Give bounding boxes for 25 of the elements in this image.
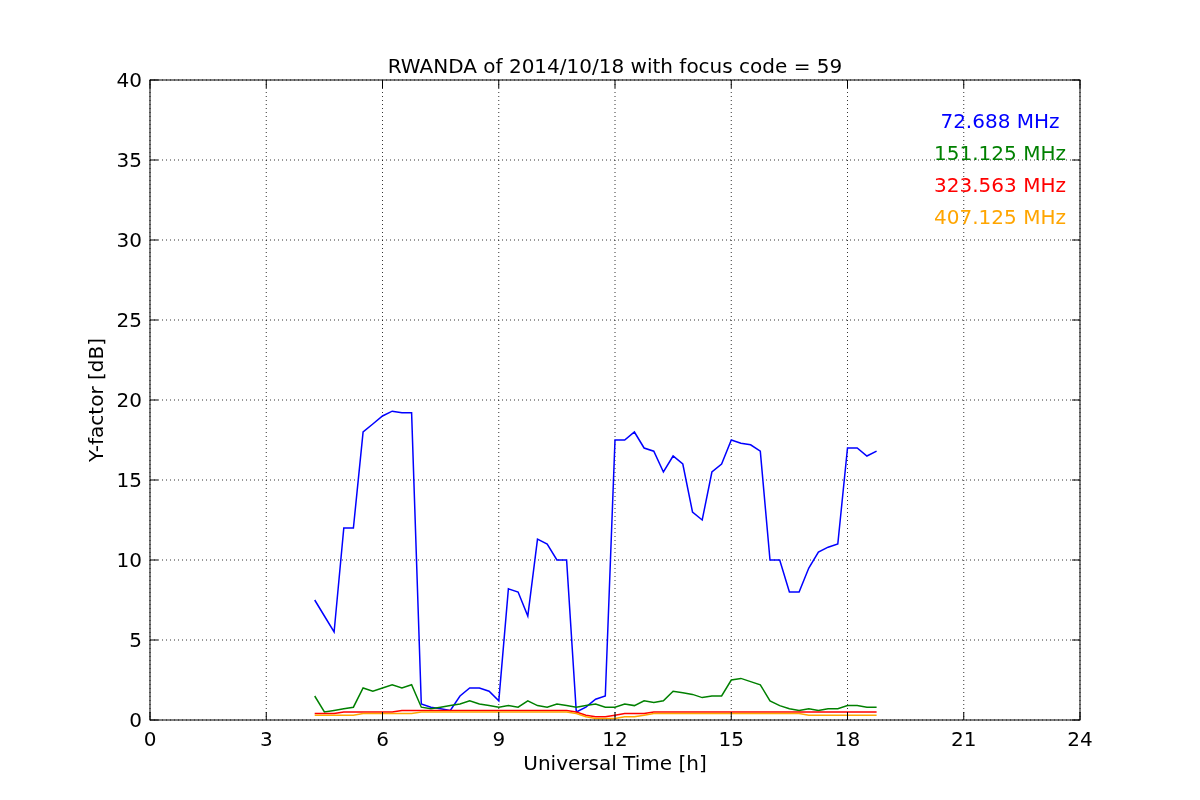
legend-label: 407.125 MHz	[934, 205, 1066, 229]
legend-label: 151.125 MHz	[934, 141, 1066, 165]
x-tick-label: 24	[1067, 727, 1093, 751]
x-tick-label: 0	[143, 727, 157, 751]
y-tick-label: 20	[116, 388, 142, 412]
y-tick-label: 25	[116, 308, 142, 332]
x-axis-label: Universal Time [h]	[523, 751, 707, 775]
x-tick-label: 21	[951, 727, 977, 751]
y-axis-label: Y-factor [dB]	[84, 338, 108, 462]
y-tick-label: 40	[116, 68, 142, 92]
y-tick-label: 35	[116, 148, 142, 172]
y-tick-label: 10	[116, 548, 142, 572]
y-tick-label: 0	[129, 708, 142, 732]
x-tick-label: 6	[376, 727, 389, 751]
y-tick-label: 15	[116, 468, 142, 492]
y-tick-label: 5	[129, 628, 142, 652]
legend-label: 72.688 MHz	[940, 109, 1060, 133]
chart-title: RWANDA of 2014/10/18 with focus code = 59	[387, 54, 843, 78]
legend-label: 323.563 MHz	[934, 173, 1066, 197]
x-tick-label: 12	[602, 727, 628, 751]
x-tick-label: 18	[834, 727, 861, 751]
y-tick-label: 30	[116, 228, 142, 252]
x-tick-label: 3	[259, 727, 273, 751]
x-tick-label: 15	[718, 727, 744, 751]
x-tick-label: 9	[492, 727, 506, 751]
